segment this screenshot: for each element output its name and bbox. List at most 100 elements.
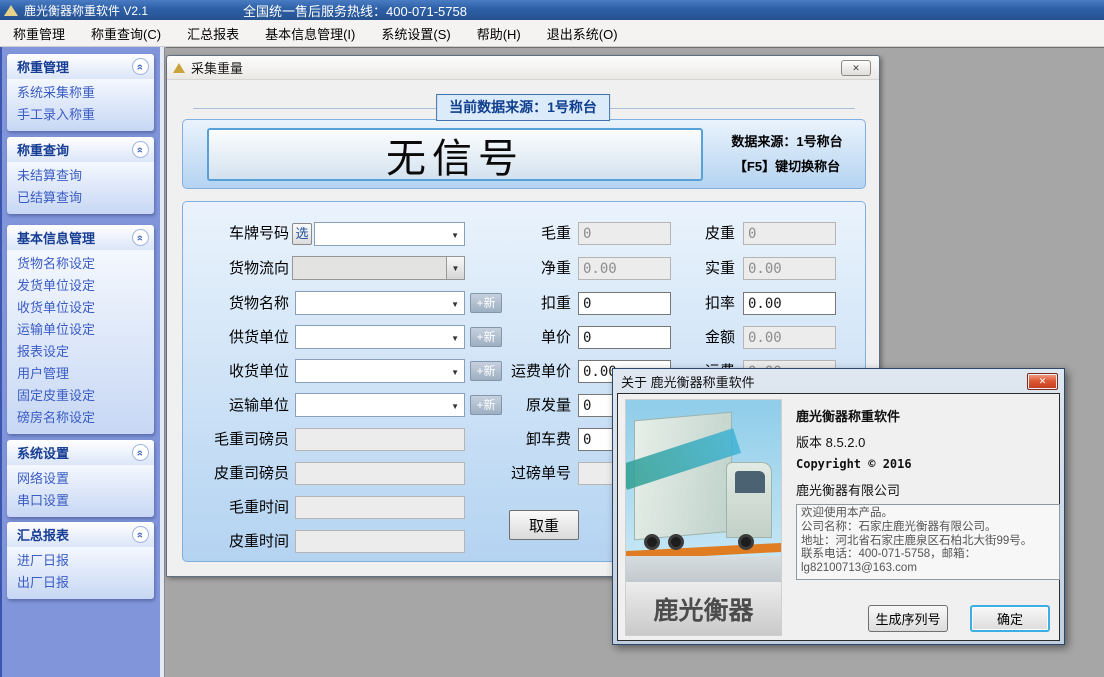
truck-image: 鹿光衡器: [625, 399, 782, 636]
section-title: 基本信息管理: [17, 228, 95, 247]
sidebar-item-scale-house-name[interactable]: 磅房名称设定: [7, 407, 154, 429]
tare-operator-label: 皮重司磅员: [193, 462, 289, 486]
transporter-combo[interactable]: [295, 393, 465, 417]
sidebar-item-user-management[interactable]: 用户管理: [7, 363, 154, 385]
window-logo-icon: [173, 63, 185, 73]
menu-weigh-query[interactable]: 称重查询(C): [78, 20, 174, 46]
menu-bar: 称重管理 称重查询(C) 汇总报表 基本信息管理(I) 系统设置(S) 帮助(H…: [0, 20, 1104, 47]
app-titlebar: 鹿光衡器称重软件 V2.1 全国统一售后服务热线：400-071-5758: [0, 0, 1104, 20]
plate-number-label: 车牌号码: [193, 222, 289, 246]
sidebar-section-weighing: 称重管理 系统采集称重 手工录入称重: [7, 54, 154, 131]
actual-weight-input[interactable]: [743, 257, 836, 280]
receiver-combo[interactable]: [295, 359, 465, 383]
goods-name-label: 货物名称: [193, 292, 289, 316]
deduct-rate-label: 扣率: [645, 292, 735, 316]
tare-weight-input[interactable]: [743, 222, 836, 245]
deduct-rate-input[interactable]: [743, 292, 836, 315]
wheel-shape: [644, 534, 660, 550]
sidebar-item-report-setting[interactable]: 报表设定: [7, 341, 154, 363]
sidebar-item-transport-unit[interactable]: 运输单位设定: [7, 319, 154, 341]
sidebar-item-manual-entry[interactable]: 手工录入称重: [7, 104, 154, 126]
sidebar-item-system-collect[interactable]: 系统采集称重: [7, 82, 154, 104]
copyright-text: Copyright © 2016: [796, 457, 912, 471]
supplier-label: 供货单位: [193, 326, 289, 350]
sidebar-item-outbound-daily[interactable]: 出厂日报: [7, 572, 154, 594]
unit-price-label: 单价: [481, 326, 571, 350]
collapse-up-icon[interactable]: [132, 141, 149, 158]
tare-time-input[interactable]: [295, 530, 465, 553]
app-screen: 鹿光衡器称重软件 V2.1 全国统一售后服务热线：400-071-5758 称重…: [0, 0, 1104, 677]
sidebar-section-reports: 汇总报表 进厂日报 出厂日报: [7, 522, 154, 599]
goods-flow-combo[interactable]: [292, 256, 465, 280]
sidebar-splitter[interactable]: [160, 47, 165, 677]
sidebar-section-system: 系统设置 网络设置 串口设置: [7, 440, 154, 517]
sidebar: 称重管理 系统采集称重 手工录入称重 称重查询 未结算查询 已结算查询 基本信息…: [0, 47, 160, 677]
collapse-up-icon[interactable]: [132, 444, 149, 461]
menu-system-settings[interactable]: 系统设置(S): [368, 20, 463, 46]
collapse-up-icon[interactable]: [132, 229, 149, 246]
info-line: 联系电话：400-071-5758，邮箱：: [801, 548, 1055, 562]
sidebar-item-serial-settings[interactable]: 串口设置: [7, 490, 154, 512]
generate-serial-button[interactable]: 生成序列号: [868, 605, 948, 632]
menu-basic-info[interactable]: 基本信息管理(I): [252, 20, 368, 46]
ticket-number-label: 过磅单号: [481, 462, 571, 486]
tare-operator-input[interactable]: [295, 462, 465, 485]
source-line2: 【F5】键切换称台: [711, 154, 863, 179]
sidebar-item-inbound-daily[interactable]: 进厂日报: [7, 550, 154, 572]
truck-cab-shape: [726, 462, 772, 538]
pick-plate-button[interactable]: 选: [292, 223, 312, 245]
sidebar-item-network-settings[interactable]: 网络设置: [7, 468, 154, 490]
section-title: 系统设置: [17, 443, 69, 462]
info-line: 公司名称：石家庄鹿光衡器有限公司。: [801, 521, 1055, 535]
supplier-combo[interactable]: [295, 325, 465, 349]
sidebar-item-goods-name[interactable]: 货物名称设定: [7, 253, 154, 275]
chevron-down-icon: [451, 225, 464, 243]
ok-button[interactable]: 确定: [970, 605, 1050, 632]
menu-help[interactable]: 帮助(H): [464, 20, 534, 46]
weight-display-panel: 无信号 数据来源：1号称台 【F5】键切换称台: [182, 119, 866, 189]
sidebar-section-basic-info: 基本信息管理 货物名称设定 发货单位设定 收货单位设定 运输单位设定 报表设定 …: [7, 225, 154, 434]
gross-operator-input[interactable]: [295, 428, 465, 451]
chevron-down-icon: [451, 328, 464, 346]
section-title: 称重查询: [17, 140, 69, 159]
plate-number-combo[interactable]: [314, 222, 465, 246]
deduct-weight-label: 扣重: [481, 292, 571, 316]
goods-flow-label: 货物流向: [193, 257, 289, 281]
transporter-label: 运输单位: [193, 394, 289, 418]
app-title: 鹿光衡器称重软件 V2.1: [24, 2, 148, 19]
menu-exit[interactable]: 退出系统(O): [534, 20, 631, 46]
section-title: 汇总报表: [17, 525, 69, 544]
gross-time-input[interactable]: [295, 496, 465, 519]
current-source-label: 当前数据来源：1号称台: [436, 94, 610, 121]
chevron-down-icon: [451, 362, 464, 380]
sidebar-item-settled-query[interactable]: 已结算查询: [7, 187, 154, 209]
net-weight-label: 净重: [481, 257, 571, 281]
menu-summary-report[interactable]: 汇总报表: [174, 20, 252, 46]
take-weight-button[interactable]: 取重: [509, 510, 579, 540]
window-titlebar[interactable]: 采集重量: [167, 56, 879, 80]
sidebar-item-unsettled-query[interactable]: 未结算查询: [7, 165, 154, 187]
sidebar-item-fixed-tare[interactable]: 固定皮重设定: [7, 385, 154, 407]
collapse-up-icon[interactable]: [132, 58, 149, 75]
about-dialog: 关于 鹿光衡器称重软件 鹿光衡器 鹿光衡器称重软: [612, 368, 1065, 645]
sidebar-item-receiver-unit[interactable]: 收货单位设定: [7, 297, 154, 319]
wheel-shape: [668, 534, 684, 550]
sidebar-section-query: 称重查询 未结算查询 已结算查询: [7, 137, 154, 214]
goods-name-combo[interactable]: [295, 291, 465, 315]
product-name: 鹿光衡器称重软件: [796, 406, 900, 425]
unload-fee-label: 卸车费: [481, 428, 571, 452]
chevron-down-icon: [451, 294, 464, 312]
info-line: lg82100713@163.com: [801, 562, 1055, 576]
collapse-up-icon[interactable]: [132, 526, 149, 543]
weight-display: 无信号: [207, 128, 703, 181]
menu-weighing[interactable]: 称重管理: [0, 20, 78, 46]
company-name: 鹿光衡器有限公司: [796, 480, 900, 499]
dialog-titlebar[interactable]: 关于 鹿光衡器称重软件: [617, 369, 1060, 393]
source-line1: 数据来源：1号称台: [711, 129, 863, 154]
close-icon[interactable]: [841, 60, 871, 76]
company-info-box: 欢迎使用本产品。 公司名称：石家庄鹿光衡器有限公司。 地址：河北省石家庄鹿泉区石…: [796, 504, 1060, 580]
amount-input[interactable]: [743, 326, 836, 349]
sidebar-item-sender-unit[interactable]: 发货单位设定: [7, 275, 154, 297]
close-icon[interactable]: [1027, 373, 1058, 390]
version-text: 版本 8.5.2.0: [796, 432, 865, 451]
